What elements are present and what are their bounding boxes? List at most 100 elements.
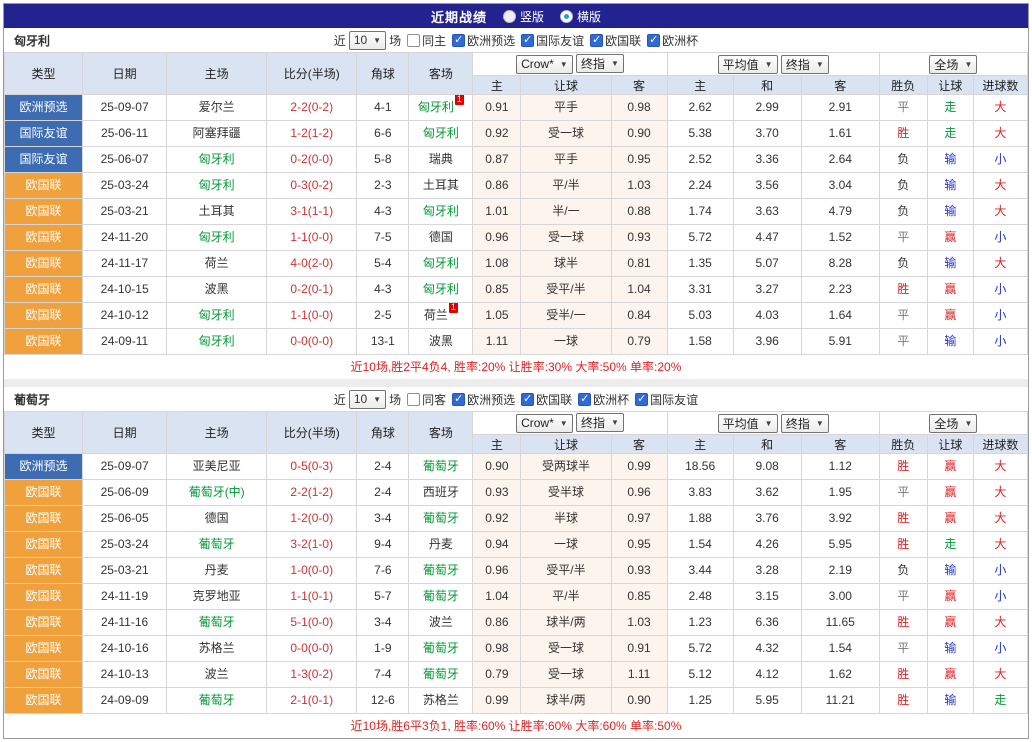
competition-filter[interactable]: 欧国联 [521, 391, 572, 408]
odds-home: 0.94 [473, 532, 521, 558]
score-cell[interactable]: 1-3(0-2) [267, 662, 357, 688]
team-link[interactable]: 匈牙利 [199, 230, 235, 244]
competition-filter[interactable]: 欧洲预选 [452, 391, 515, 408]
score-cell[interactable]: 2-1(0-1) [267, 688, 357, 714]
average-time-select[interactable]: 终指▼ [781, 414, 829, 433]
team-link[interactable]: 西班牙 [423, 485, 459, 499]
team-link[interactable]: 匈牙利 [199, 178, 235, 192]
scope-select[interactable]: 全场▼ [929, 55, 977, 74]
bookmaker-select[interactable]: Crow*▼ [516, 414, 573, 433]
layout-vertical-radio[interactable]: 竖版 [503, 8, 544, 25]
team-link[interactable]: 匈牙利 [423, 126, 459, 140]
score-cell[interactable]: 2-2(0-2) [267, 95, 357, 121]
team-link[interactable]: 德国 [429, 230, 453, 244]
score-cell[interactable]: 0-0(0-0) [267, 329, 357, 355]
odds-away: 0.84 [611, 303, 667, 329]
col-away: 客场 [409, 412, 473, 454]
filters: 近 10▼ 场 同客 欧洲预选欧国联欧洲杯国际友谊 [334, 390, 698, 409]
handicap-line: 一球 [521, 329, 611, 355]
average-select[interactable]: 平均值▼ [718, 55, 778, 74]
team-link[interactable]: 土耳其 [199, 204, 235, 218]
team-link[interactable]: 荷兰 [424, 308, 448, 322]
odds-time-select[interactable]: 终指▼ [576, 54, 624, 73]
score-cell[interactable]: 3-1(1-1) [267, 199, 357, 225]
score-cell[interactable]: 1-1(0-1) [267, 584, 357, 610]
avg-home: 18.56 [667, 454, 733, 480]
average-select[interactable]: 平均值▼ [718, 414, 778, 433]
match-count-select[interactable]: 10▼ [349, 390, 386, 409]
score-cell[interactable]: 0-2(0-1) [267, 277, 357, 303]
team-link[interactable]: 丹麦 [429, 537, 453, 551]
team-link[interactable]: 葡萄牙 [199, 615, 235, 629]
team-link[interactable]: 葡萄牙 [199, 537, 235, 551]
score-cell[interactable]: 0-3(0-2) [267, 173, 357, 199]
team-link[interactable]: 亚美尼亚 [193, 459, 241, 473]
team-link[interactable]: 葡萄牙 [423, 459, 459, 473]
layout-horizontal-radio[interactable]: 横版 [560, 8, 601, 25]
team-link[interactable]: 波黑 [205, 282, 229, 296]
same-side-filter[interactable]: 同主 [407, 32, 446, 49]
competition-filter[interactable]: 国际友谊 [635, 391, 698, 408]
score-cell[interactable]: 1-0(0-0) [267, 558, 357, 584]
score-cell[interactable]: 3-2(1-0) [267, 532, 357, 558]
score-cell[interactable]: 1-2(1-2) [267, 121, 357, 147]
match-count-select[interactable]: 10▼ [349, 31, 386, 50]
handicap-line: 一球 [521, 532, 611, 558]
score-cell[interactable]: 5-1(0-0) [267, 610, 357, 636]
score-cell[interactable]: 0-2(0-0) [267, 147, 357, 173]
team-link[interactable]: 阿塞拜疆 [193, 126, 241, 140]
team-link[interactable]: 匈牙利 [199, 152, 235, 166]
team-link[interactable]: 葡萄牙 [423, 641, 459, 655]
match-date: 24-10-13 [83, 662, 167, 688]
team-link[interactable]: 葡萄牙 [423, 667, 459, 681]
team-link[interactable]: 匈牙利 [418, 100, 454, 114]
team-link[interactable]: 苏格兰 [199, 641, 235, 655]
competition-filter[interactable]: 欧洲预选 [452, 32, 515, 49]
team-link[interactable]: 匈牙利 [423, 256, 459, 270]
team-link[interactable]: 葡萄牙 [423, 511, 459, 525]
away-team: 波兰 [409, 610, 473, 636]
score-cell[interactable]: 1-1(0-0) [267, 303, 357, 329]
bookmaker-select[interactable]: Crow*▼ [516, 55, 573, 74]
team-link[interactable]: 匈牙利 [199, 308, 235, 322]
avg-home: 5.12 [667, 662, 733, 688]
result-cell: 胜 [879, 662, 927, 688]
team-link[interactable]: 苏格兰 [423, 693, 459, 707]
team-link[interactable]: 葡萄牙 [423, 563, 459, 577]
competition-filter[interactable]: 欧洲杯 [647, 32, 698, 49]
team-link[interactable]: 匈牙利 [423, 204, 459, 218]
checkbox-checked-icon [635, 393, 648, 406]
team-link[interactable]: 克罗地亚 [193, 589, 241, 603]
team-link[interactable]: 匈牙利 [423, 282, 459, 296]
score-cell[interactable]: 1-2(0-0) [267, 506, 357, 532]
team-link[interactable]: 葡萄牙 [199, 693, 235, 707]
competition-filter[interactable]: 欧国联 [590, 32, 641, 49]
same-side-filter[interactable]: 同客 [407, 391, 446, 408]
team-link[interactable]: 葡萄牙 [423, 589, 459, 603]
result-cell: 负 [879, 558, 927, 584]
competition-filter[interactable]: 国际友谊 [521, 32, 584, 49]
score-cell[interactable]: 4-0(2-0) [267, 251, 357, 277]
competition-filter[interactable]: 欧洲杯 [578, 391, 629, 408]
team-link[interactable]: 匈牙利 [199, 334, 235, 348]
team-link[interactable]: 丹麦 [205, 563, 229, 577]
team-link[interactable]: 瑞典 [429, 152, 453, 166]
score-cell[interactable]: 2-2(1-2) [267, 480, 357, 506]
team-link[interactable]: 波兰 [429, 615, 453, 629]
score-cell[interactable]: 1-1(0-0) [267, 225, 357, 251]
goals-result-cell: 小 [973, 147, 1027, 173]
average-time-select[interactable]: 终指▼ [781, 55, 829, 74]
team-link[interactable]: 土耳其 [423, 178, 459, 192]
score-cell[interactable]: 0-0(0-0) [267, 636, 357, 662]
match-row: 欧国联 25-06-05 德国 1-2(0-0) 3-4 葡萄牙 0.92 半球… [5, 506, 1028, 532]
team-link[interactable]: 葡萄牙(中) [189, 485, 245, 499]
odds-time-select[interactable]: 终指▼ [576, 413, 624, 432]
team-link[interactable]: 爱尔兰 [199, 100, 235, 114]
corners-cell: 4-3 [357, 277, 409, 303]
team-link[interactable]: 德国 [205, 511, 229, 525]
score-cell[interactable]: 0-5(0-3) [267, 454, 357, 480]
scope-select[interactable]: 全场▼ [929, 414, 977, 433]
team-link[interactable]: 波兰 [205, 667, 229, 681]
team-link[interactable]: 荷兰 [205, 256, 229, 270]
team-link[interactable]: 波黑 [429, 334, 453, 348]
